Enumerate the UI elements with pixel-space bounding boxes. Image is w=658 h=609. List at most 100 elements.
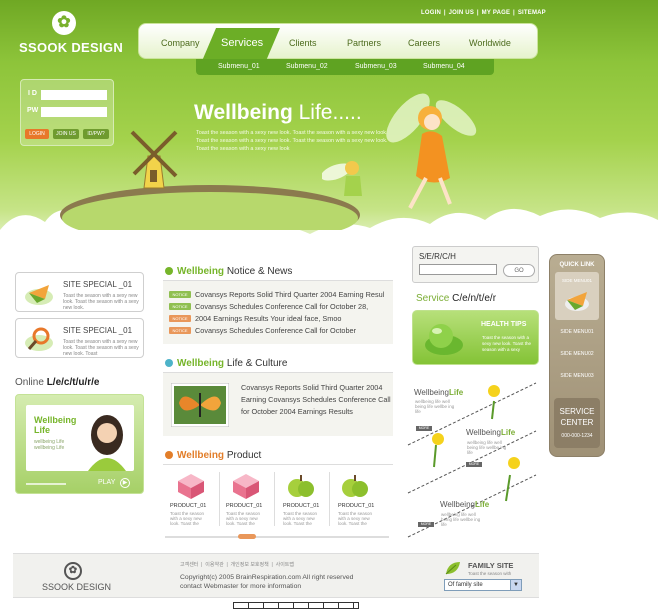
find-id-button[interactable]: ID/PW? [83, 129, 109, 139]
phone-number: 000-000-1234 [561, 433, 593, 439]
site-special-text: Toast the season with a sexy new look. T… [63, 339, 139, 357]
small-fairy-illustration [322, 161, 362, 196]
apple-icon[interactable] [340, 472, 370, 500]
news-item[interactable]: NOTICE Covansys Reports Solid Third Quart… [169, 290, 384, 299]
pink-cube-icon[interactable] [176, 472, 206, 500]
divider [329, 472, 330, 526]
join-link[interactable]: JOIN US [449, 10, 474, 16]
bullet-icon [165, 359, 173, 367]
news-item[interactable]: NOTICE Covansys Schedules Conference Call… [169, 326, 356, 335]
footer-link[interactable]: 개인정보 보호정책 [231, 562, 269, 568]
id-label: I D [28, 90, 37, 97]
bowl-icon [425, 324, 463, 355]
wellbeing-life-desc: wellbeing life well being life wellbe in… [415, 399, 455, 414]
footer-links: 고객센터 | 이용약관 | 개인정보 보호정책 | 사이트맵 [180, 562, 294, 568]
login-link[interactable]: LOGIN [421, 10, 441, 16]
site-special-1[interactable]: SITE SPECIAL _01 Toast the season with a… [15, 272, 144, 312]
pw-input[interactable] [41, 107, 107, 117]
service-label: SERVICE [559, 407, 595, 416]
butterfly-photo[interactable] [171, 383, 229, 427]
center-label: CENTER [560, 418, 594, 427]
nav-worldwide[interactable]: Worldwide [469, 38, 511, 48]
lecture-card-desc: wellbeing Life wellbeing Life [34, 439, 65, 451]
news-item[interactable]: NOTICE Covansys Schedules Conference Call… [169, 302, 368, 311]
more-button[interactable]: MORE [416, 426, 432, 431]
submenu-04[interactable]: Submenu_04 [423, 63, 465, 70]
search-input[interactable] [419, 264, 497, 275]
product-scroll-thumb[interactable] [238, 534, 256, 539]
compass-icon [25, 285, 53, 305]
join-button[interactable]: JOIN US [53, 129, 79, 139]
search-label: S/E/R/C/H [419, 252, 456, 261]
pink-cube-icon[interactable] [231, 472, 261, 500]
product-name[interactable]: PRODUCT_01 [283, 503, 319, 509]
sitemap-link[interactable]: SITEMAP [518, 10, 546, 16]
product-name[interactable]: PRODUCT_01 [170, 503, 206, 509]
footer-link[interactable]: 고객센터 [180, 562, 198, 568]
side-menu-01[interactable]: SIDE MENU01 [549, 329, 605, 335]
family-site-title: FAMILY SITE [468, 561, 514, 570]
product-scrollbar[interactable] [165, 536, 389, 538]
copyright: Copyright(c) 2005 BrainRespiration.com A… [180, 574, 354, 590]
magnifier-icon [25, 327, 53, 351]
side-menu-03[interactable]: SIDE MENU03 [549, 373, 605, 379]
product-name[interactable]: PRODUCT_01 [338, 503, 374, 509]
nav-clients[interactable]: Clients [289, 38, 317, 48]
wellbeing-life-title[interactable]: WellbeingLife [414, 388, 463, 397]
woman-illustration [88, 415, 126, 471]
play-label[interactable]: PLAY [98, 479, 115, 486]
wellbeing-life-desc: wellbeing life well being life wellbe in… [467, 440, 507, 455]
divider [274, 472, 275, 526]
go-button[interactable]: GO [503, 264, 535, 277]
compass-icon [565, 292, 589, 311]
submenu-03[interactable]: Submenu_03 [355, 63, 397, 70]
footer-link[interactable]: 이용약관 [205, 562, 223, 568]
product-name[interactable]: PRODUCT_01 [226, 503, 262, 509]
top-links: LOGIN | JOIN US | MY PAGE | SITEMAP [421, 10, 546, 16]
apple-icon[interactable] [286, 472, 316, 500]
login-button[interactable]: LOGIN [25, 129, 49, 139]
online-lecture-card[interactable]: Wellbeing Life wellbeing Life wellbeing … [15, 394, 144, 494]
site-logo[interactable]: SSOOK DESIGN [19, 40, 123, 55]
news-heading: Wellbeing Notice & News [165, 266, 292, 277]
side-menu-01-box[interactable]: SIDE MENU01 [555, 272, 599, 320]
side-menu-02[interactable]: SIDE MENU02 [549, 351, 605, 357]
nav-careers[interactable]: Careers [408, 38, 440, 48]
submenu-01[interactable]: Submenu_01 [218, 63, 260, 70]
news-item[interactable]: NOTICE 2004 Earnings Results Your ideal f… [169, 314, 341, 323]
health-tips-title: HEALTH TIPS [481, 321, 527, 328]
health-tips-desc: Toast the season with a sexy new look. T… [482, 335, 531, 352]
quick-link-title: QUICK LINK [559, 262, 595, 268]
wellbeing-life-title[interactable]: WellbeingLife [440, 500, 489, 509]
bullet-icon [165, 451, 173, 459]
hero-title: Wellbeing Life..... [194, 101, 362, 124]
site-special-title: SITE SPECIAL _01 [63, 326, 133, 335]
footer-logo[interactable]: SSOOK DESIGN [42, 582, 111, 592]
footer-link[interactable]: 사이트맵 [276, 562, 294, 568]
life-culture-text[interactable]: Covansys Reports Solid Third Quarter 200… [241, 382, 391, 418]
site-special-2[interactable]: SITE SPECIAL _01 Toast the season with a… [15, 318, 144, 358]
more-button[interactable]: MORE [466, 462, 482, 467]
bottom-strip [233, 602, 359, 609]
chevron-down-icon[interactable]: ▼ [510, 580, 521, 590]
id-input[interactable] [41, 90, 107, 100]
service-center-title: Service C/e/n/t/e/r [416, 293, 497, 304]
bullet-icon [165, 267, 173, 275]
lecture-card-title: Wellbeing Life [34, 415, 77, 435]
nav-partners[interactable]: Partners [347, 38, 381, 48]
side-menu-label: SIDE MENU01 [561, 278, 592, 283]
mypage-link[interactable]: MY PAGE [482, 10, 511, 16]
wellbeing-life-title[interactable]: WellbeingLife [466, 428, 515, 437]
product-heading: Wellbeing Product [165, 450, 261, 461]
nav-company[interactable]: Company [161, 38, 200, 48]
life-culture-heading: Wellbeing Life & Culture [165, 358, 287, 369]
submenu-02[interactable]: Submenu_02 [286, 63, 328, 70]
nav-services[interactable]: Services [221, 37, 263, 49]
family-site-subtitle: Toast the season with [468, 571, 512, 576]
play-icon[interactable]: ▶ [120, 478, 130, 488]
butterfly-icon[interactable]: ✿ [52, 11, 76, 35]
product-desc: Toast the season with a sexy new look. T… [170, 511, 205, 526]
windmill-icon [130, 130, 178, 189]
more-button[interactable]: MORE [418, 522, 434, 527]
hill-illustration [60, 185, 360, 230]
